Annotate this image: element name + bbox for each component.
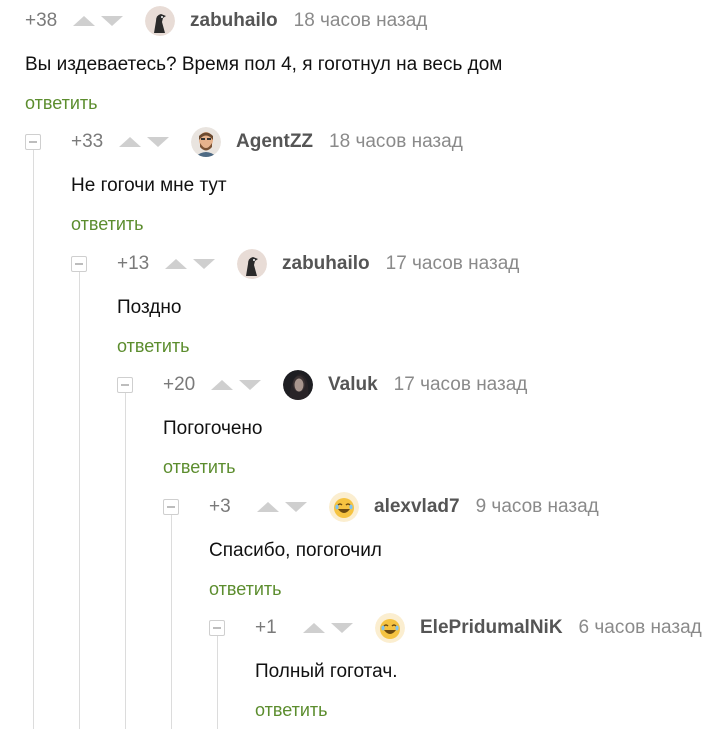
comment: +38 zabuhailo 18 часов назад Вы издевает… <box>25 6 705 128</box>
thread-line <box>171 515 172 729</box>
comment-rating: +1 <box>255 617 277 638</box>
comment-text: Вы издеваетесь? Время пол 4, я гоготнул … <box>25 54 503 75</box>
thread-line <box>125 393 126 729</box>
reply-link[interactable]: ответить <box>209 579 282 600</box>
comment: +33 AgentZZ 18 часов назад Не гогочи мне… <box>71 127 701 249</box>
comment-header: +13 zabuhailo 17 часов назад <box>117 249 519 279</box>
goose-avatar-icon[interactable] <box>145 6 175 36</box>
comment-header: +33 AgentZZ 18 часов назад <box>71 127 463 157</box>
reply-link[interactable]: ответить <box>255 700 328 721</box>
comment-text: Поздно <box>117 297 182 318</box>
laughing-emoji-avatar-icon[interactable] <box>375 613 405 643</box>
thread-line <box>79 272 80 729</box>
comment-text: Погогочено <box>163 418 263 439</box>
upvote-arrow-icon[interactable] <box>73 16 95 26</box>
comment: +1 ElePridumalNiK 6 часов назад Полный г… <box>255 613 713 735</box>
comment-text: Полный гоготач. <box>255 661 398 682</box>
comment-timestamp[interactable]: 18 часов назад <box>294 10 428 32</box>
bearded-man-avatar-icon[interactable] <box>191 127 221 157</box>
collapse-toggle-icon[interactable] <box>163 499 179 515</box>
downvote-arrow-icon[interactable] <box>101 16 123 26</box>
upvote-arrow-icon[interactable] <box>119 137 141 147</box>
comment: +3 alexvlad7 9 часов назад Спасибо, пого… <box>209 492 709 614</box>
comment-username[interactable]: zabuhailo <box>190 10 278 32</box>
upvote-arrow-icon[interactable] <box>303 623 325 633</box>
comment-thread: +38 zabuhailo 18 часов назад Вы издевает… <box>0 0 715 729</box>
comment-timestamp[interactable]: 17 часов назад <box>386 253 520 275</box>
comment-rating: +20 <box>163 374 196 395</box>
collapse-toggle-icon[interactable] <box>209 620 225 636</box>
comment-timestamp[interactable]: 6 часов назад <box>579 617 702 639</box>
downvote-arrow-icon[interactable] <box>285 502 307 512</box>
comment-header: +38 zabuhailo 18 часов назад <box>25 6 427 36</box>
downvote-arrow-icon[interactable] <box>331 623 353 633</box>
comment-timestamp[interactable]: 18 часов назад <box>329 131 463 153</box>
reply-link[interactable]: ответить <box>117 336 190 357</box>
comment-text: Спасибо, погогочил <box>209 540 382 561</box>
comment-rating: +33 <box>71 131 104 152</box>
comment-username[interactable]: zabuhailo <box>282 253 370 275</box>
comment: +20 Valuk 17 часов назад Погогочено отве… <box>163 370 708 492</box>
collapse-toggle-icon[interactable] <box>71 256 87 272</box>
thread-line <box>217 636 218 729</box>
comment-timestamp[interactable]: 17 часов назад <box>394 374 528 396</box>
upvote-arrow-icon[interactable] <box>257 502 279 512</box>
comment-rating: +38 <box>25 10 58 31</box>
laughing-emoji-avatar-icon[interactable] <box>329 492 359 522</box>
comment-username[interactable]: ElePridumalNiK <box>420 617 563 639</box>
comment-text: Не гогочи мне тут <box>71 175 227 196</box>
goose-avatar-icon[interactable] <box>237 249 267 279</box>
downvote-arrow-icon[interactable] <box>239 380 261 390</box>
downvote-arrow-icon[interactable] <box>147 137 169 147</box>
reply-link[interactable]: ответить <box>163 457 236 478</box>
dark-portrait-avatar-icon[interactable] <box>283 370 313 400</box>
comment-username[interactable]: AgentZZ <box>236 131 313 153</box>
upvote-arrow-icon[interactable] <box>211 380 233 390</box>
downvote-arrow-icon[interactable] <box>193 259 215 269</box>
comment-header: +3 alexvlad7 9 часов назад <box>209 492 599 522</box>
collapse-toggle-icon[interactable] <box>117 377 133 393</box>
comment: +13 zabuhailo 17 часов назад Поздно отве… <box>117 249 707 371</box>
comment-rating: +3 <box>209 496 231 517</box>
collapse-toggle-icon[interactable] <box>25 134 41 150</box>
upvote-arrow-icon[interactable] <box>165 259 187 269</box>
comment-rating: +13 <box>117 253 150 274</box>
thread-line <box>33 150 34 729</box>
comment-header: +1 ElePridumalNiK 6 часов назад <box>255 613 702 643</box>
reply-link[interactable]: ответить <box>25 93 98 114</box>
comment-username[interactable]: alexvlad7 <box>374 496 460 518</box>
comment-username[interactable]: Valuk <box>328 374 378 396</box>
comment-header: +20 Valuk 17 часов назад <box>163 370 527 400</box>
reply-link[interactable]: ответить <box>71 214 144 235</box>
comment-timestamp[interactable]: 9 часов назад <box>476 496 599 518</box>
